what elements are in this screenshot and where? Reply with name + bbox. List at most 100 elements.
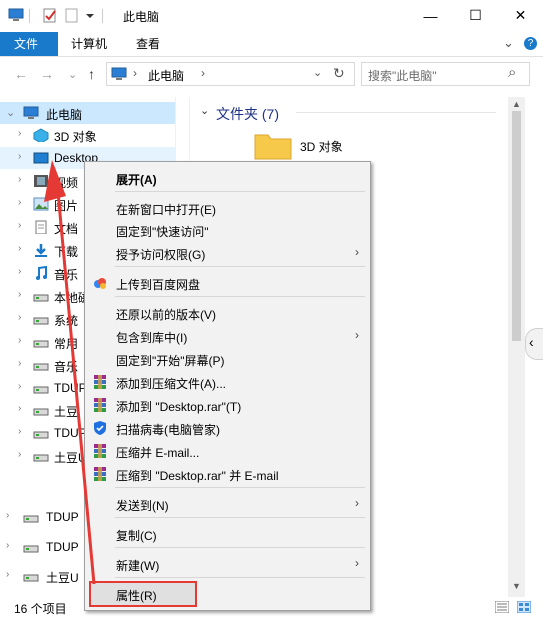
refresh-icon[interactable]: ↻ <box>333 65 345 82</box>
content-scrollbar[interactable]: ▲ ▼ <box>508 97 525 597</box>
context-menu-item[interactable]: 扫描病毒(电脑管家) <box>86 417 369 439</box>
ribbon-collapse-icon[interactable]: ⌄ <box>503 35 514 51</box>
chevron-right-icon[interactable]: › <box>18 381 21 392</box>
drive-icon <box>23 574 39 582</box>
computer-icon <box>111 67 127 80</box>
chevron-right-icon[interactable]: › <box>18 426 21 437</box>
context-menu-item[interactable]: 还原以前的版本(V) <box>86 302 369 324</box>
context-menu-item-label: 包含到库中(I) <box>116 331 188 345</box>
divider <box>296 112 496 113</box>
drive-icon <box>33 454 49 462</box>
scrollbar-thumb[interactable] <box>512 111 521 341</box>
address-bar[interactable]: › 此电脑 › ⌄ ↻ <box>106 62 355 86</box>
drive-icon <box>33 317 49 325</box>
divider <box>29 9 30 23</box>
chevron-down-icon[interactable]: ⌄ <box>200 104 209 117</box>
drive-icon <box>23 545 39 553</box>
breadcrumb-chevron-icon[interactable]: › <box>201 66 205 80</box>
search-box[interactable]: 搜索"此电脑" ⌕ <box>361 62 530 86</box>
back-icon[interactable]: ← <box>14 66 28 82</box>
scroll-down-icon[interactable]: ▼ <box>512 581 521 591</box>
menu-separator <box>115 577 365 578</box>
chevron-right-icon[interactable]: › <box>18 197 21 208</box>
chevron-left-icon[interactable]: ‹ <box>529 334 534 350</box>
context-menu-item[interactable]: 添加到 "Desktop.rar"(T) <box>86 394 369 416</box>
recent-locations-icon[interactable]: ⌄ <box>68 68 77 81</box>
breadcrumb[interactable]: 此电脑 <box>148 67 184 84</box>
chevron-right-icon[interactable]: › <box>18 335 21 346</box>
context-menu-item[interactable]: 新建(W) › <box>86 553 369 575</box>
context-menu-item[interactable]: 固定到"开始"屏幕(P) <box>86 348 369 370</box>
side-panel-toggle[interactable]: ‹ <box>525 328 543 360</box>
drive-icon <box>23 515 39 523</box>
close-button[interactable]: ✕ <box>498 0 543 31</box>
context-menu-item-label: 授予访问权限(G) <box>116 248 206 262</box>
tree-item[interactable]: › 3D 对象 <box>0 124 175 146</box>
forward-icon[interactable]: → <box>40 66 54 82</box>
item-count: 16 个项目 <box>14 602 67 616</box>
context-menu-item[interactable]: 属性(R) <box>89 581 197 607</box>
group-header[interactable]: 文件夹 (7) <box>216 104 279 124</box>
chevron-right-icon[interactable]: › <box>18 449 21 460</box>
chevron-right-icon[interactable]: › <box>18 243 21 254</box>
context-menu-item[interactable]: 上传到百度网盘 <box>86 272 369 294</box>
context-menu-item[interactable]: 压缩并 E-mail... <box>86 440 369 462</box>
details-view-icon[interactable] <box>495 601 509 613</box>
chevron-right-icon[interactable]: › <box>18 266 21 277</box>
winrar-icon <box>94 398 106 412</box>
folder-icon[interactable] <box>253 131 293 161</box>
search-icon[interactable]: ⌕ <box>508 64 516 81</box>
context-menu-item[interactable]: 授予访问权限(G) › <box>86 242 369 264</box>
chevron-right-icon[interactable]: › <box>18 128 21 139</box>
submenu-arrow-icon: › <box>355 328 359 342</box>
chevron-right-icon[interactable]: › <box>6 540 9 551</box>
tree-item-this-pc[interactable]: ⌄ 此电脑 <box>0 102 175 124</box>
new-folder-icon[interactable] <box>64 8 80 23</box>
tab-computer[interactable]: 计算机 <box>57 32 121 56</box>
chevron-right-icon[interactable]: › <box>18 358 21 369</box>
properties-icon[interactable] <box>42 8 58 23</box>
chevron-right-icon[interactable]: › <box>18 403 21 414</box>
context-menu-item[interactable]: 发送到(N) › <box>86 493 369 515</box>
minimize-button[interactable]: — <box>408 0 453 31</box>
scroll-up-icon[interactable]: ▲ <box>512 99 521 109</box>
tab-file[interactable]: 文件 <box>0 32 58 56</box>
up-icon[interactable]: ↑ <box>88 66 95 82</box>
context-menu-item[interactable]: 压缩到 "Desktop.rar" 并 E-mail <box>86 463 369 485</box>
tree-item-label: 土豆U <box>46 571 79 585</box>
context-menu-item[interactable]: 固定到"快速访问" <box>86 219 369 241</box>
chevron-right-icon[interactable]: › <box>18 151 21 162</box>
chevron-right-icon[interactable]: › <box>18 289 21 300</box>
maximize-button[interactable]: ☐ <box>453 0 498 31</box>
context-menu-item[interactable]: 复制(C) <box>86 523 369 545</box>
context-menu-item[interactable]: 展开(A) <box>86 167 369 189</box>
chevron-right-icon[interactable]: › <box>18 312 21 323</box>
title-bar: 此电脑 — ☐ ✕ <box>0 0 543 32</box>
context-menu-item[interactable]: 包含到库中(I) › <box>86 325 369 347</box>
context-menu-item-label: 压缩并 E-mail... <box>116 446 200 460</box>
context-menu-item[interactable]: 在新窗口中打开(E) <box>86 197 369 219</box>
chevron-right-icon[interactable]: › <box>6 510 9 521</box>
large-icons-view-icon[interactable] <box>517 601 531 613</box>
drive-icon <box>33 340 49 348</box>
help-icon[interactable]: ? <box>524 37 537 50</box>
search-input[interactable]: 搜索"此电脑" <box>368 67 437 84</box>
context-menu-item-label: 新建(W) <box>116 559 160 573</box>
tree-item-label: TDUP <box>46 540 79 554</box>
chevron-right-icon[interactable]: › <box>18 174 21 185</box>
context-menu-item-label: 发送到(N) <box>116 499 169 513</box>
tree-item-label: TDUP <box>46 510 79 524</box>
address-dropdown-icon[interactable]: ⌄ <box>313 66 322 79</box>
chevron-right-icon[interactable]: › <box>18 220 21 231</box>
menu-separator <box>115 547 365 548</box>
breadcrumb-chevron-icon[interactable]: › <box>133 66 137 80</box>
context-menu-item-label: 属性(R) <box>116 589 157 603</box>
qat-dropdown-icon[interactable] <box>85 8 95 23</box>
chevron-down-icon[interactable]: ⌄ <box>6 106 15 119</box>
folder-label[interactable]: 3D 对象 <box>300 138 343 155</box>
chevron-right-icon[interactable]: › <box>6 569 9 580</box>
tab-view[interactable]: 查看 <box>122 32 174 56</box>
context-menu-item[interactable]: 添加到压缩文件(A)... <box>86 371 369 393</box>
submenu-arrow-icon: › <box>355 556 359 570</box>
winrar-icon <box>94 375 106 389</box>
